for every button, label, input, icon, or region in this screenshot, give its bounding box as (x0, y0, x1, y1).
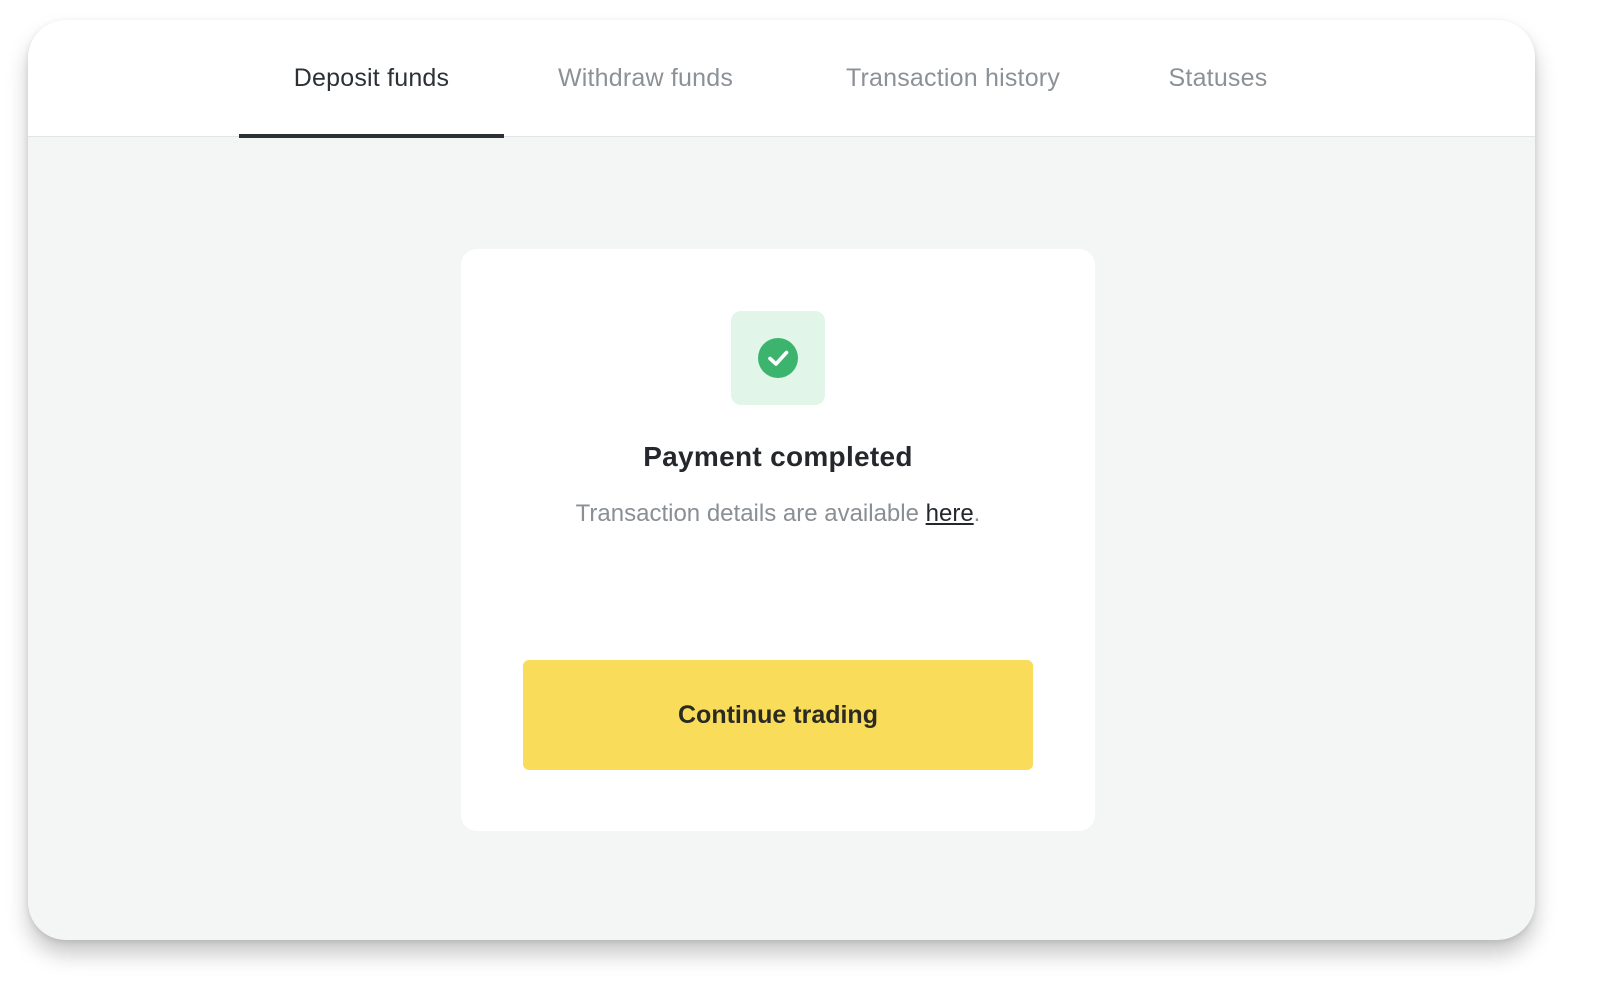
success-badge (731, 311, 825, 405)
tab-deposit-funds[interactable]: Deposit funds (239, 20, 504, 138)
continue-trading-button[interactable]: Continue trading (523, 660, 1033, 770)
tab-statuses-label: Statuses (1168, 63, 1268, 92)
check-circle-icon (758, 338, 798, 378)
active-tab-indicator (239, 134, 504, 138)
tab-statuses[interactable]: Statuses (1143, 20, 1293, 136)
tab-withdraw-funds[interactable]: Withdraw funds (528, 20, 763, 136)
tab-deposit-funds-label: Deposit funds (293, 63, 450, 92)
status-title: Payment completed (643, 441, 913, 472)
status-message-suffix: . (973, 500, 981, 527)
status-message: Transaction details are available here. (461, 500, 1095, 528)
tab-transaction-history[interactable]: Transaction history (818, 20, 1088, 136)
tab-transaction-history-label: Transaction history (845, 63, 1061, 92)
tab-withdraw-funds-label: Withdraw funds (557, 63, 734, 92)
status-message-text: Transaction details are available (575, 500, 926, 527)
transaction-details-link[interactable]: here (926, 500, 974, 527)
payment-window: Deposit funds Withdraw funds Transaction… (28, 20, 1535, 940)
tab-bar: Deposit funds Withdraw funds Transaction… (28, 20, 1535, 138)
payment-status-card: Payment completed Transaction details ar… (461, 249, 1095, 831)
